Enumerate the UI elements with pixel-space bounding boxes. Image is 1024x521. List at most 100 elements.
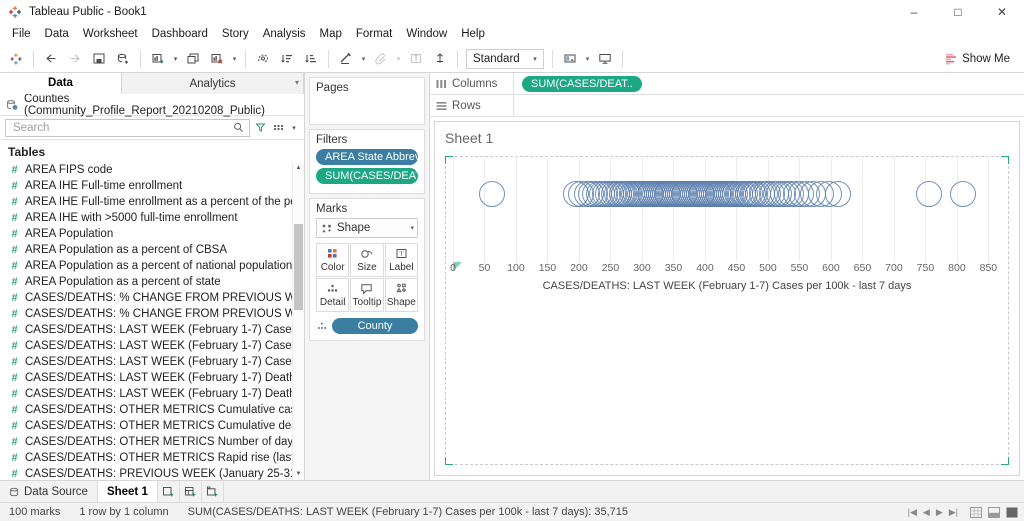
new-worksheet-icon[interactable] <box>146 48 170 70</box>
tab-sheet-1[interactable]: Sheet 1 <box>97 481 158 502</box>
previous-page-icon[interactable]: ◀ <box>923 507 930 518</box>
columns-drop-zone[interactable]: SUM(CASES/DEAT.. <box>514 73 1024 94</box>
list-item[interactable]: # AREA Population as a percent of state <box>0 274 292 290</box>
group-members-icon[interactable] <box>334 48 358 70</box>
list-item[interactable]: # CASES/DEATHS: OTHER METRICS Cumulative … <box>0 402 292 418</box>
group-dropdown-icon[interactable]: ▾ <box>358 48 369 70</box>
tab-data-source[interactable]: Data Source <box>0 481 98 502</box>
list-item[interactable]: # CASES/DEATHS: LAST WEEK (February 1-7) … <box>0 322 292 338</box>
scatter-mark[interactable] <box>950 181 977 207</box>
rows-drop-zone[interactable] <box>514 95 1024 116</box>
tab-data[interactable]: Data <box>0 73 122 94</box>
detail-icon-button[interactable]: Detail <box>316 278 350 312</box>
redo-arrow-icon[interactable] <box>63 48 87 70</box>
text-tool-icon[interactable]: T <box>404 48 428 70</box>
field-list-scrollbar[interactable]: ▲ ▼ <box>292 162 304 480</box>
scatter-mark[interactable] <box>915 181 942 207</box>
next-page-icon[interactable]: ▶ <box>936 507 943 518</box>
filter-pill-cases[interactable]: SUM(CASES/DEAT.. <box>316 168 418 184</box>
chart-plot[interactable]: 0 50 100 150 200 250 300 350 400 450 500 550 600 650 7… <box>445 156 1009 465</box>
menu-analysis[interactable]: Analysis <box>256 25 313 44</box>
worksheet-canvas[interactable]: Sheet 1 0 50 100 150 200 250 300 350 400 450 500 55… <box>434 121 1020 476</box>
menu-window[interactable]: Window <box>399 25 454 44</box>
labels-dropdown-icon[interactable]: ▾ <box>393 48 404 70</box>
plot-corner-handle[interactable] <box>1001 457 1009 465</box>
list-item[interactable]: # CASES/DEATHS: LAST WEEK (February 1-7) … <box>0 354 292 370</box>
fit-image-dropdown-icon[interactable]: ▾ <box>582 48 593 70</box>
list-item[interactable]: # AREA Population as a percent of nationa… <box>0 258 292 274</box>
search-box[interactable] <box>5 118 250 137</box>
grid-view-icon[interactable] <box>968 506 984 520</box>
clear-sheet-dropdown-icon[interactable]: ▾ <box>229 48 240 70</box>
list-item[interactable]: # CASES/DEATHS: LAST WEEK (February 1-7) … <box>0 386 292 402</box>
first-page-icon[interactable]: |◀ <box>908 507 917 518</box>
list-item[interactable]: # CASES/DEATHS: % CHANGE FROM PREVIOUS WE… <box>0 290 292 306</box>
marks-pill-county[interactable]: County <box>332 318 418 334</box>
menu-worksheet[interactable]: Worksheet <box>76 25 145 44</box>
list-item[interactable]: # AREA IHE Full-time enrollment as a perc… <box>0 194 292 210</box>
show-labels-icon[interactable] <box>369 48 393 70</box>
list-item[interactable]: # AREA Population as a percent of CBSA <box>0 242 292 258</box>
rows-shelf[interactable]: Rows <box>430 95 1024 117</box>
fit-image-icon[interactable] <box>558 48 582 70</box>
split-view-icon[interactable] <box>986 506 1002 520</box>
new-worksheet-icon[interactable] <box>158 481 180 502</box>
pane-options-icon[interactable]: ▾ <box>295 78 299 87</box>
fit-select[interactable]: Standard ▾ <box>466 48 544 69</box>
chevron-down-icon[interactable]: ▾ <box>289 119 299 137</box>
list-item[interactable]: # AREA IHE Full-time enrollment <box>0 178 292 194</box>
columns-shelf[interactable]: Columns SUM(CASES/DEAT.. <box>430 73 1024 95</box>
new-story-icon[interactable] <box>202 481 224 502</box>
tableau-home-icon[interactable] <box>4 48 28 70</box>
scroll-up-icon[interactable]: ▲ <box>293 162 304 174</box>
menu-story[interactable]: Story <box>215 25 256 44</box>
sort-descending-icon[interactable] <box>299 48 323 70</box>
maximize-button[interactable]: □ <box>936 0 980 24</box>
list-item[interactable]: # CASES/DEATHS: % CHANGE FROM PREVIOUS WE… <box>0 306 292 322</box>
menu-file[interactable]: File <box>5 25 38 44</box>
list-item[interactable]: # CASES/DEATHS: OTHER METRICS Cumulative … <box>0 418 292 434</box>
shape-icon-button[interactable]: Shape <box>384 278 418 312</box>
presentation-mode-icon[interactable] <box>593 48 617 70</box>
list-item[interactable]: # AREA IHE with >5000 full-time enrollmen… <box>0 210 292 226</box>
menu-help[interactable]: Help <box>454 25 492 44</box>
tab-analytics[interactable]: Analytics <box>122 73 304 94</box>
list-item[interactable]: # CASES/DEATHS: LAST WEEK (February 1-7) … <box>0 338 292 354</box>
minimize-button[interactable]: – <box>892 0 936 24</box>
sort-ascending-icon[interactable] <box>275 48 299 70</box>
scatter-mark[interactable] <box>479 181 506 207</box>
label-icon-button[interactable]: T Label <box>384 243 418 277</box>
tooltip-icon-button[interactable]: Tooltip <box>350 278 384 312</box>
new-worksheet-dropdown-icon[interactable]: ▾ <box>170 48 181 70</box>
menu-data[interactable]: Data <box>38 25 76 44</box>
plot-corner-handle[interactable] <box>1001 156 1009 164</box>
close-button[interactable]: ✕ <box>980 0 1024 24</box>
x-axis[interactable]: 0 50 100 150 200 250 300 350 400 450 500 550 600 650 7… <box>450 262 1001 278</box>
undo-arrow-icon[interactable] <box>39 48 63 70</box>
plot-corner-handle[interactable] <box>445 457 453 465</box>
show-me-button[interactable]: Show Me <box>939 48 1016 69</box>
list-item[interactable]: # CASES/DEATHS: OTHER METRICS Number of d… <box>0 434 292 450</box>
list-item[interactable]: # AREA Population <box>0 226 292 242</box>
plot-corner-handle[interactable] <box>445 156 453 164</box>
scatter-marks-area[interactable] <box>453 156 1001 262</box>
highlight-icon[interactable] <box>251 48 275 70</box>
new-dashboard-icon[interactable] <box>181 48 205 70</box>
size-icon-button[interactable]: Size <box>350 243 384 277</box>
list-item[interactable]: # AREA FIPS code <box>0 162 292 178</box>
data-source-row[interactable]: Counties (Community_Profile_Report_20210… <box>0 93 304 117</box>
filter-pill-state[interactable]: AREA State Abbrevia.. <box>316 149 418 165</box>
full-view-icon[interactable] <box>1004 506 1020 520</box>
filter-funnel-icon[interactable] <box>253 119 268 137</box>
columns-pill-cases[interactable]: SUM(CASES/DEAT.. <box>522 75 642 92</box>
color-icon-button[interactable]: Color <box>316 243 350 277</box>
scatter-mark[interactable] <box>825 181 852 207</box>
scroll-down-icon[interactable]: ▼ <box>293 468 304 480</box>
search-icon[interactable] <box>231 119 246 137</box>
menu-dashboard[interactable]: Dashboard <box>145 25 215 44</box>
scrollbar-thumb[interactable] <box>294 224 303 310</box>
new-dashboard-icon[interactable] <box>180 481 202 502</box>
clear-sheet-icon[interactable] <box>205 48 229 70</box>
last-page-icon[interactable]: ▶| <box>949 507 958 518</box>
menu-format[interactable]: Format <box>349 25 399 44</box>
